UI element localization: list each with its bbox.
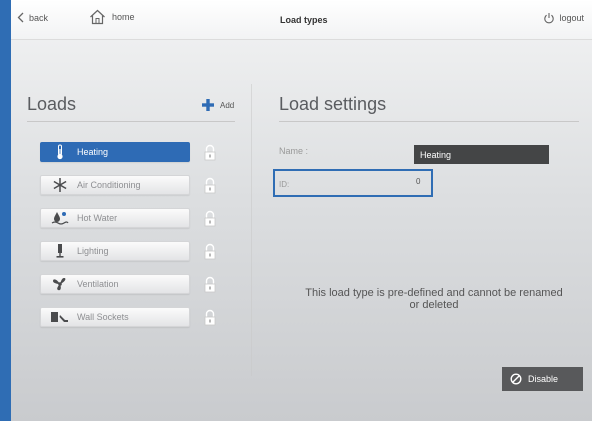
load-button-heating[interactable]: Heating [40,142,190,162]
logout-label: logout [559,13,584,23]
loads-divider [27,121,235,122]
lamp-icon [49,243,71,259]
panel-divider [251,84,252,376]
id-label: ID: [279,180,290,189]
chevron-left-icon [17,12,24,23]
home-button[interactable]: home [89,9,135,25]
load-item-lighting: Lighting [40,241,230,261]
plus-icon [202,99,214,111]
lock-icon [204,309,216,326]
prohibited-icon [510,373,522,385]
id-field-highlight [273,169,433,197]
fan-icon [49,276,71,292]
home-icon [90,9,105,25]
name-field[interactable]: Heating [414,145,549,164]
snowflake-icon [49,177,71,193]
load-label: Wall Sockets [77,312,129,322]
disable-label: Disable [528,374,559,384]
socket-plug-icon [49,309,71,325]
page-title: Load types [280,15,328,25]
lock-icon [204,177,216,194]
disable-button[interactable]: Disable [502,367,583,391]
load-label: Hot Water [77,213,118,223]
add-label: Add [220,100,235,110]
load-button-air-conditioning[interactable]: Air Conditioning [40,175,190,195]
back-label: back [29,12,49,23]
load-button-ventilation[interactable]: Ventilation [40,274,190,294]
id-value: 0 [416,177,421,186]
thermometer-icon [49,144,71,160]
home-label: home [112,12,135,22]
load-item-air-conditioning: Air Conditioning [40,175,230,195]
back-button[interactable]: back [17,12,48,23]
load-item-ventilation: Ventilation [40,274,230,294]
load-settings-heading: Load settings [279,94,387,114]
app-window: back home Load types logout Loads Add He… [11,0,592,421]
load-button-lighting[interactable]: Lighting [40,241,190,261]
loads-heading: Loads [27,94,77,114]
load-item-wall-sockets: Wall Sockets [40,307,230,327]
predefined-info-text: This load type is pre-defined and cannot… [305,287,563,311]
hot-water-icon [49,210,71,226]
top-bar: back home Load types logout [11,0,592,40]
load-item-heating: Heating [40,142,230,162]
logout-button[interactable]: logout [543,12,584,24]
power-icon [544,13,555,24]
load-label: Ventilation [77,279,119,289]
load-item-hot-water: Hot Water [40,208,230,228]
lock-icon [204,276,216,293]
name-label: Name : [279,146,309,156]
load-label: Heating [77,147,109,157]
lock-icon [204,243,216,260]
left-accent-strip [0,0,11,421]
load-label: Air Conditioning [77,180,141,190]
load-button-wall-sockets[interactable]: Wall Sockets [40,307,190,327]
load-label: Lighting [77,246,109,256]
add-load-button[interactable]: Add [202,99,234,111]
settings-divider [279,121,579,122]
lock-icon [204,210,216,227]
lock-icon [204,144,216,161]
load-button-hot-water[interactable]: Hot Water [40,208,190,228]
